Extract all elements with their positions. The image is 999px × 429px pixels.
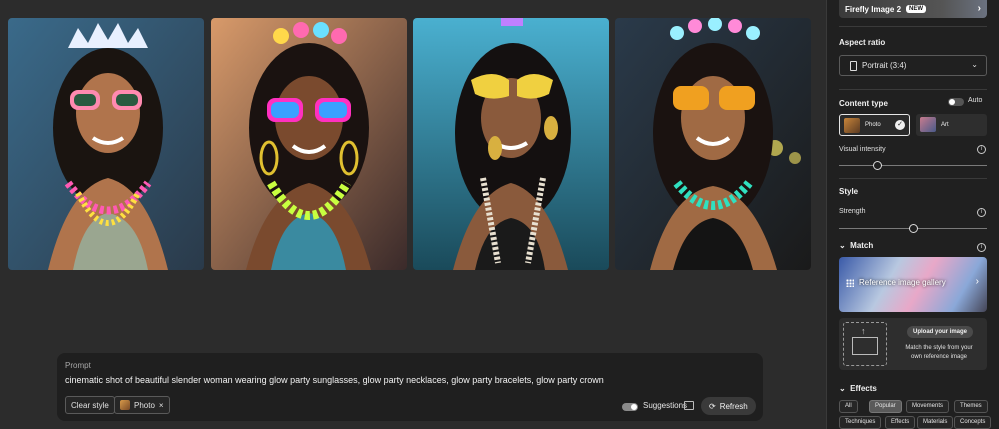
- style-title: Style: [839, 187, 859, 196]
- effects-section-toggle[interactable]: ⌄ Effects: [839, 384, 877, 393]
- info-icon[interactable]: i: [977, 208, 986, 217]
- info-icon[interactable]: i: [977, 243, 986, 252]
- generated-image-4[interactable]: [615, 18, 811, 270]
- slider-handle[interactable]: [873, 161, 883, 170]
- suggestions-toggle[interactable]: [622, 403, 638, 411]
- generated-image-3[interactable]: [413, 18, 609, 270]
- model-selector[interactable]: Firefly Image 2 NEW ›: [839, 0, 987, 18]
- model-name: Firefly Image 2: [845, 4, 902, 14]
- effects-tab-materials[interactable]: Materials: [917, 416, 954, 429]
- upload-reference-card: ↑ Upload your image Match the style from…: [839, 318, 987, 370]
- content-type-title: Content type: [839, 99, 888, 108]
- photo-style-chip[interactable]: Photo ×: [114, 396, 170, 414]
- reference-gallery-button[interactable]: Reference image gallery ›: [839, 257, 987, 312]
- upload-description: Match the style from your own reference …: [905, 345, 973, 360]
- effects-tab-popular[interactable]: Popular: [869, 400, 902, 413]
- divider: [839, 26, 987, 27]
- upload-image-icon[interactable]: ↑: [843, 322, 887, 366]
- effects-tab-techniques[interactable]: Techniques: [839, 416, 882, 429]
- art-thumbnail: [920, 117, 936, 132]
- refresh-icon: ⟳: [709, 401, 716, 411]
- prompt-label: Prompt: [65, 361, 91, 370]
- effects-tab-movements[interactable]: Movements: [906, 400, 950, 413]
- grid-icon: [846, 279, 854, 287]
- chevron-down-icon: ⌄: [839, 384, 846, 393]
- auto-label: Auto: [968, 97, 983, 104]
- visual-intensity-slider[interactable]: [839, 161, 987, 170]
- slider-handle[interactable]: [909, 224, 918, 233]
- aspect-ratio-select[interactable]: Portrait (3:4) ⌄: [839, 55, 987, 76]
- strength-slider[interactable]: [839, 224, 987, 233]
- info-icon[interactable]: i: [977, 145, 986, 154]
- effects-tab-effects[interactable]: Effects: [885, 416, 916, 429]
- effects-tab-themes[interactable]: Themes: [954, 400, 988, 413]
- content-type-art-label: Art: [941, 122, 949, 128]
- upload-image-button[interactable]: Upload your image: [907, 326, 974, 338]
- effects-tab-concepts[interactable]: Concepts: [954, 416, 992, 429]
- content-type-art[interactable]: Art: [916, 114, 987, 136]
- image-4-art: [615, 18, 811, 270]
- upload-arrow-icon: ↑: [861, 326, 866, 336]
- suggestions-label: Suggestions: [643, 401, 688, 410]
- content-type-photo-label: Photo: [865, 122, 881, 128]
- image-2-art: [211, 18, 407, 270]
- image-3-art: [413, 18, 609, 270]
- generated-image-2[interactable]: [211, 18, 407, 270]
- portrait-icon: [850, 61, 857, 71]
- match-title: Match: [850, 241, 874, 250]
- chevron-right-icon: ›: [975, 276, 979, 287]
- refresh-label: Refresh: [719, 401, 748, 411]
- aspect-ratio-value: Portrait (3:4): [862, 61, 907, 70]
- photo-chip-label: Photo: [134, 400, 155, 410]
- content-type-photo[interactable]: Photo ✓: [839, 114, 910, 136]
- app: Prompt cinematic shot of beautiful slend…: [0, 0, 999, 429]
- clear-style-label: Clear style: [71, 400, 109, 410]
- gallery-label: Reference image gallery: [859, 278, 946, 287]
- image-frame-icon: [852, 337, 878, 355]
- generated-image-1[interactable]: [8, 18, 204, 270]
- prompt-input[interactable]: cinematic shot of beautiful slender woma…: [65, 375, 604, 385]
- check-icon: ✓: [895, 120, 905, 130]
- divider: [839, 89, 987, 90]
- photo-thumbnail: [844, 118, 860, 133]
- image-1-art: [8, 18, 204, 270]
- new-badge: NEW: [906, 5, 927, 13]
- suggestions-settings-icon[interactable]: [684, 401, 694, 410]
- photo-thumbnail-icon: [120, 400, 130, 410]
- settings-panel: Firefly Image 2 NEW › Aspect ratio Portr…: [826, 0, 999, 429]
- chevron-down-icon: ⌄: [971, 60, 978, 69]
- aspect-ratio-title: Aspect ratio: [839, 38, 886, 47]
- chip-close-icon[interactable]: ×: [159, 401, 164, 410]
- visual-intensity-label: Visual intensity: [839, 146, 886, 153]
- results-area: Prompt cinematic shot of beautiful slend…: [0, 0, 826, 429]
- strength-label: Strength: [839, 208, 866, 215]
- clear-style-button[interactable]: Clear style: [65, 396, 115, 414]
- auto-toggle[interactable]: [948, 98, 964, 106]
- divider: [839, 178, 987, 179]
- refresh-button[interactable]: ⟳ Refresh: [701, 397, 756, 415]
- effects-tab-all[interactable]: All: [839, 400, 858, 413]
- effects-title: Effects: [850, 384, 877, 393]
- chevron-right-icon: ›: [977, 3, 981, 14]
- prompt-box[interactable]: Prompt cinematic shot of beautiful slend…: [57, 353, 763, 421]
- chevron-down-icon: ⌄: [839, 241, 846, 250]
- match-section-toggle[interactable]: ⌄ Match: [839, 241, 873, 250]
